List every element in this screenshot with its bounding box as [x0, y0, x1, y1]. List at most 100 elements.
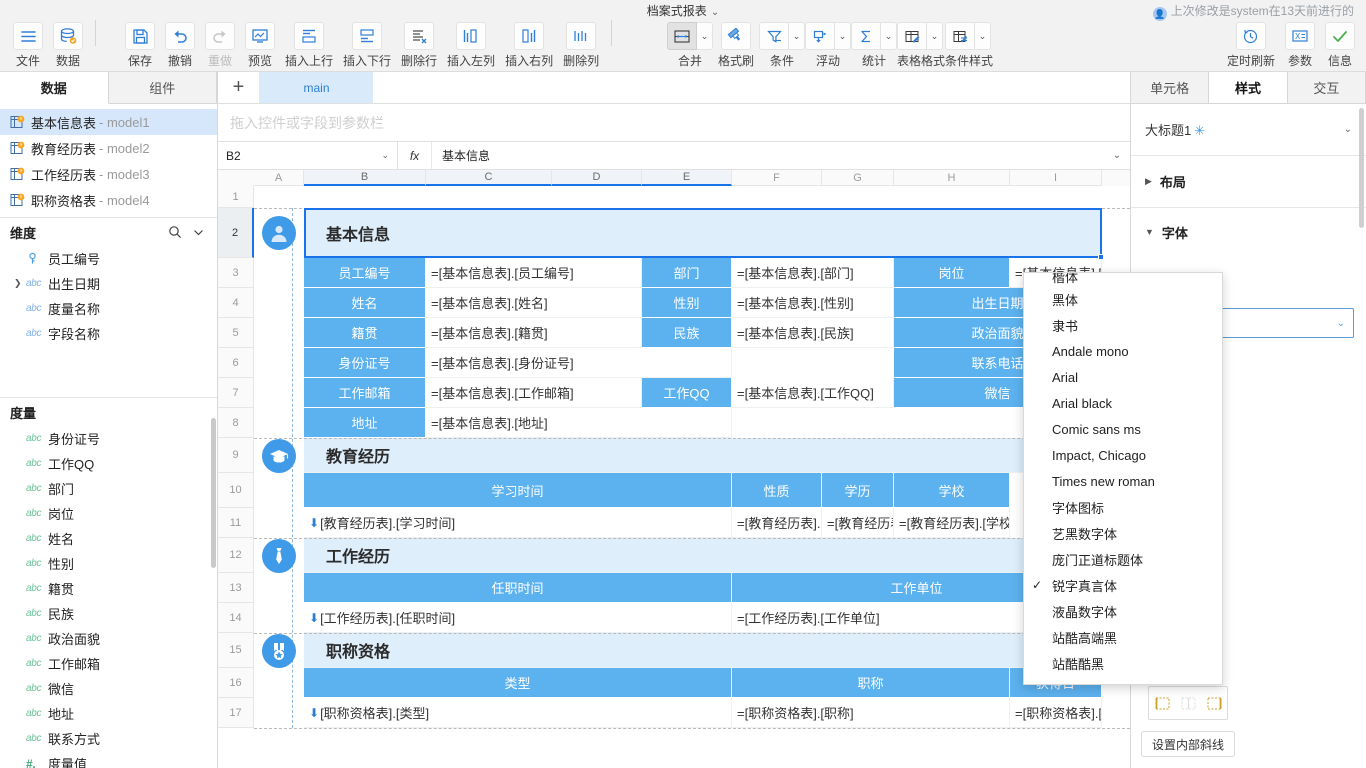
insert-row-below-button[interactable]: 插入下行 — [338, 20, 396, 72]
measure-field-11[interactable]: abc地址 — [0, 701, 217, 726]
row-header-16[interactable]: 16 — [218, 668, 254, 698]
grid-cell-B4[interactable]: 姓名 — [304, 288, 426, 318]
grid-cell-B10[interactable]: 学习时间 — [304, 473, 732, 508]
row-header-13[interactable]: 13 — [218, 573, 254, 603]
grid-cell-G11[interactable]: =[教育经历表].[ — [822, 508, 894, 538]
grid-cell-E5[interactable]: 民族 — [642, 318, 732, 348]
add-sheet-button[interactable]: + — [218, 72, 260, 103]
grid-cell-F5[interactable]: =[基本信息表].[民族] — [732, 318, 894, 348]
grid-cell-B5[interactable]: 籍贯 — [304, 318, 426, 348]
save-button[interactable]: 保存 — [120, 20, 160, 72]
row-header-3[interactable]: 3 — [218, 258, 254, 288]
delete-row-button[interactable]: 删除行 — [396, 20, 442, 72]
file-button[interactable]: 文件 — [8, 20, 48, 72]
font-family-dropdown[interactable]: 楷体黑体隶书Andale monoArialArial blackComic s… — [1023, 272, 1223, 685]
parameter-button[interactable]: X 参数 — [1280, 20, 1320, 72]
row-header-5[interactable]: 5 — [218, 318, 254, 348]
preview-button[interactable]: 预览 — [240, 20, 280, 72]
chevron-right-icon[interactable]: ❯ — [14, 278, 26, 289]
measure-field-5[interactable]: abc性别 — [0, 551, 217, 576]
chevron-down-icon[interactable]: ⌄ — [381, 150, 389, 161]
tab-cell[interactable]: 单元格 — [1131, 72, 1209, 103]
font-option-10[interactable]: 艺黑数字体 — [1024, 520, 1222, 546]
insert-row-above-button[interactable]: 插入上行 — [280, 20, 338, 72]
dimension-field-field-name[interactable]: abc 字段名称 — [0, 321, 217, 346]
font-option-4[interactable]: Arial — [1024, 364, 1222, 390]
scheduled-refresh-button[interactable]: 定时刷新 — [1222, 20, 1280, 72]
table-format-button[interactable]: ⌄ 表格格式 — [897, 20, 945, 72]
font-option-12[interactable]: ✓锐字真言体 — [1024, 572, 1222, 598]
undo-button[interactable]: 撤销 — [160, 20, 200, 72]
delete-col-button[interactable]: 删除列 — [558, 20, 604, 72]
tab-data[interactable]: 数据 — [0, 72, 109, 104]
grid-cell-B17[interactable]: ⬇[职称资格表].[类型] — [304, 698, 732, 728]
grid-cell-I17[interactable]: =[职称资格表].[获 — [1010, 698, 1102, 728]
measure-field-12[interactable]: abc联系方式 — [0, 726, 217, 751]
grid-cell-F4[interactable]: =[基本信息表].[性别] — [732, 288, 894, 318]
grid-cell-C6[interactable]: =[基本信息表].[身份证号] — [426, 348, 732, 378]
redo-button[interactable]: 重做 — [200, 20, 240, 72]
grid-cell-C4[interactable]: =[基本信息表].[姓名] — [426, 288, 642, 318]
search-icon[interactable] — [168, 225, 182, 239]
grid-cell-F10[interactable]: 性质 — [732, 473, 822, 508]
font-option-7[interactable]: Impact, Chicago — [1024, 442, 1222, 468]
row-header-15[interactable]: 15 — [218, 633, 254, 668]
measure-field-8[interactable]: abc政治面貌 — [0, 626, 217, 651]
border-none-icon[interactable] — [1180, 696, 1197, 711]
formula-expand-icon[interactable]: ⌄ — [1104, 142, 1130, 169]
formula-input[interactable]: 基本信息 — [432, 142, 1104, 169]
left-panel-scrollbar[interactable] — [211, 418, 216, 568]
model-item-model2[interactable]: 教育经历表 - model2 — [0, 135, 217, 161]
row-header-1[interactable]: 1 — [218, 186, 254, 208]
grid-cell-F16[interactable]: 职称 — [732, 668, 1010, 698]
column-header-D[interactable]: D — [552, 170, 642, 186]
table-format-dropdown-caret[interactable]: ⌄ — [927, 22, 943, 50]
border-left-icon[interactable] — [1154, 696, 1171, 711]
column-header-G[interactable]: G — [822, 170, 894, 186]
grid-cell-B14[interactable]: ⬇[工作经历表].[任职时间] — [304, 603, 732, 633]
row-header-12[interactable]: 12 — [218, 538, 254, 573]
cell-name-box[interactable]: B2 ⌄ — [218, 142, 398, 169]
row-header-9[interactable]: 9 — [218, 438, 254, 473]
grid-cell-B15[interactable]: 职称资格 — [304, 633, 1102, 668]
conditional-style-dropdown-caret[interactable]: ⌄ — [975, 22, 991, 50]
measure-field-6[interactable]: abc籍贯 — [0, 576, 217, 601]
row-header-4[interactable]: 4 — [218, 288, 254, 318]
measure-field-7[interactable]: abc民族 — [0, 601, 217, 626]
spreadsheet-grid[interactable]: ABCDEFGHI 1234567891011121314151617 基本信息… — [218, 170, 1130, 768]
font-option-1[interactable]: 黑体 — [1024, 286, 1222, 312]
grid-cell-F3[interactable]: =[基本信息表].[部门] — [732, 258, 894, 288]
grid-cell-G10[interactable]: 学历 — [822, 473, 894, 508]
grid-cell-E3[interactable]: 部门 — [642, 258, 732, 288]
column-header-A[interactable]: A — [254, 170, 304, 186]
info-button[interactable]: 信息 — [1320, 20, 1360, 72]
data-button[interactable]: 数据 — [48, 20, 88, 72]
font-section-header[interactable]: ▼ 字体 — [1131, 208, 1366, 256]
row-header-10[interactable]: 10 — [218, 473, 254, 508]
font-option-5[interactable]: Arial black — [1024, 390, 1222, 416]
right-panel-scrollbar[interactable] — [1359, 108, 1364, 228]
grid-cell-H10[interactable]: 学校 — [894, 473, 1010, 508]
parameter-drop-area[interactable]: 拖入控件或字段到参数栏 — [218, 104, 1130, 142]
grid-cell-B3[interactable]: 员工编号 — [304, 258, 426, 288]
statistics-button[interactable]: ⌄ 统计 — [851, 20, 897, 72]
model-item-model4[interactable]: 职称资格表 - model4 — [0, 187, 217, 213]
float-dropdown-caret[interactable]: ⌄ — [835, 22, 851, 50]
set-inner-slash-button[interactable]: 设置内部斜线 — [1141, 731, 1235, 757]
tab-interaction[interactable]: 交互 — [1288, 72, 1366, 103]
font-option-2[interactable]: 隶书 — [1024, 312, 1222, 338]
row-header-14[interactable]: 14 — [218, 603, 254, 633]
font-option-14[interactable]: 站酷高端黑 — [1024, 624, 1222, 650]
grid-cell-C8[interactable]: =[基本信息表].[地址] — [426, 408, 732, 438]
grid-cell-B11[interactable]: ⬇[教育经历表].[学习时间] — [304, 508, 732, 538]
measure-field-1[interactable]: abc工作QQ — [0, 451, 217, 476]
font-option-8[interactable]: Times new roman — [1024, 468, 1222, 494]
insert-col-left-button[interactable]: 插入左列 — [442, 20, 500, 72]
row-header-11[interactable]: 11 — [218, 508, 254, 538]
grid-cell-H11[interactable]: =[教育经历表].[学校] — [894, 508, 1010, 538]
grid-cell-B7[interactable]: 工作邮箱 — [304, 378, 426, 408]
measure-field-10[interactable]: abc微信 — [0, 676, 217, 701]
condition-dropdown-caret[interactable]: ⌄ — [789, 22, 805, 50]
grid-cell-C5[interactable]: =[基本信息表].[籍贯] — [426, 318, 642, 348]
font-option-9[interactable]: 字体图标 — [1024, 494, 1222, 520]
